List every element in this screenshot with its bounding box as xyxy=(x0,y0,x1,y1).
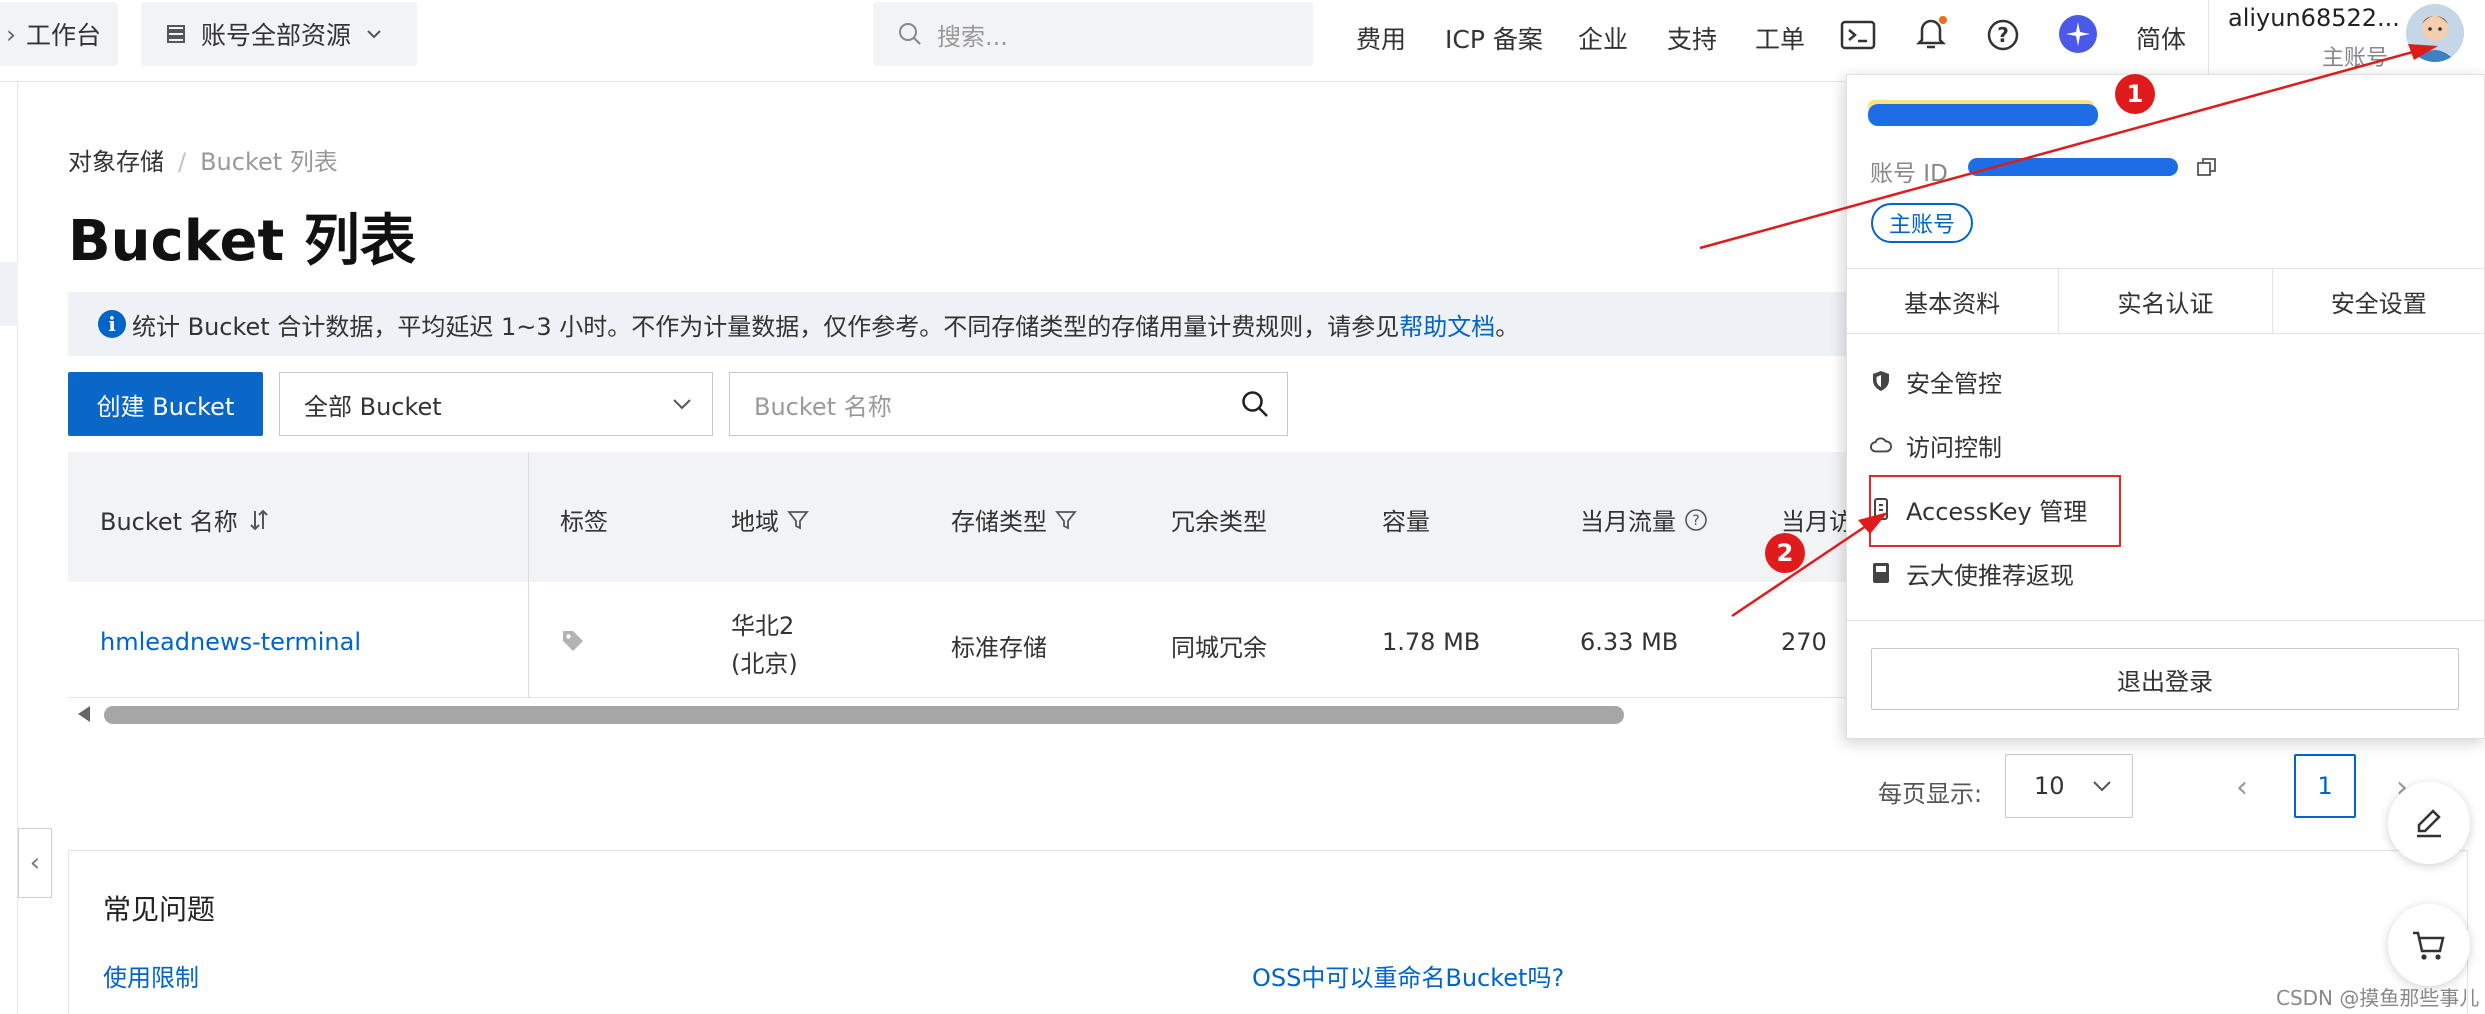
annotation-marker-2: 2 xyxy=(1765,533,1805,573)
watermark: CSDN @摸鱼那些事儿 xyxy=(2276,986,2480,1010)
annotation-marker-1: 1 xyxy=(2115,74,2155,114)
annotation-arrows xyxy=(1699,44,2438,618)
